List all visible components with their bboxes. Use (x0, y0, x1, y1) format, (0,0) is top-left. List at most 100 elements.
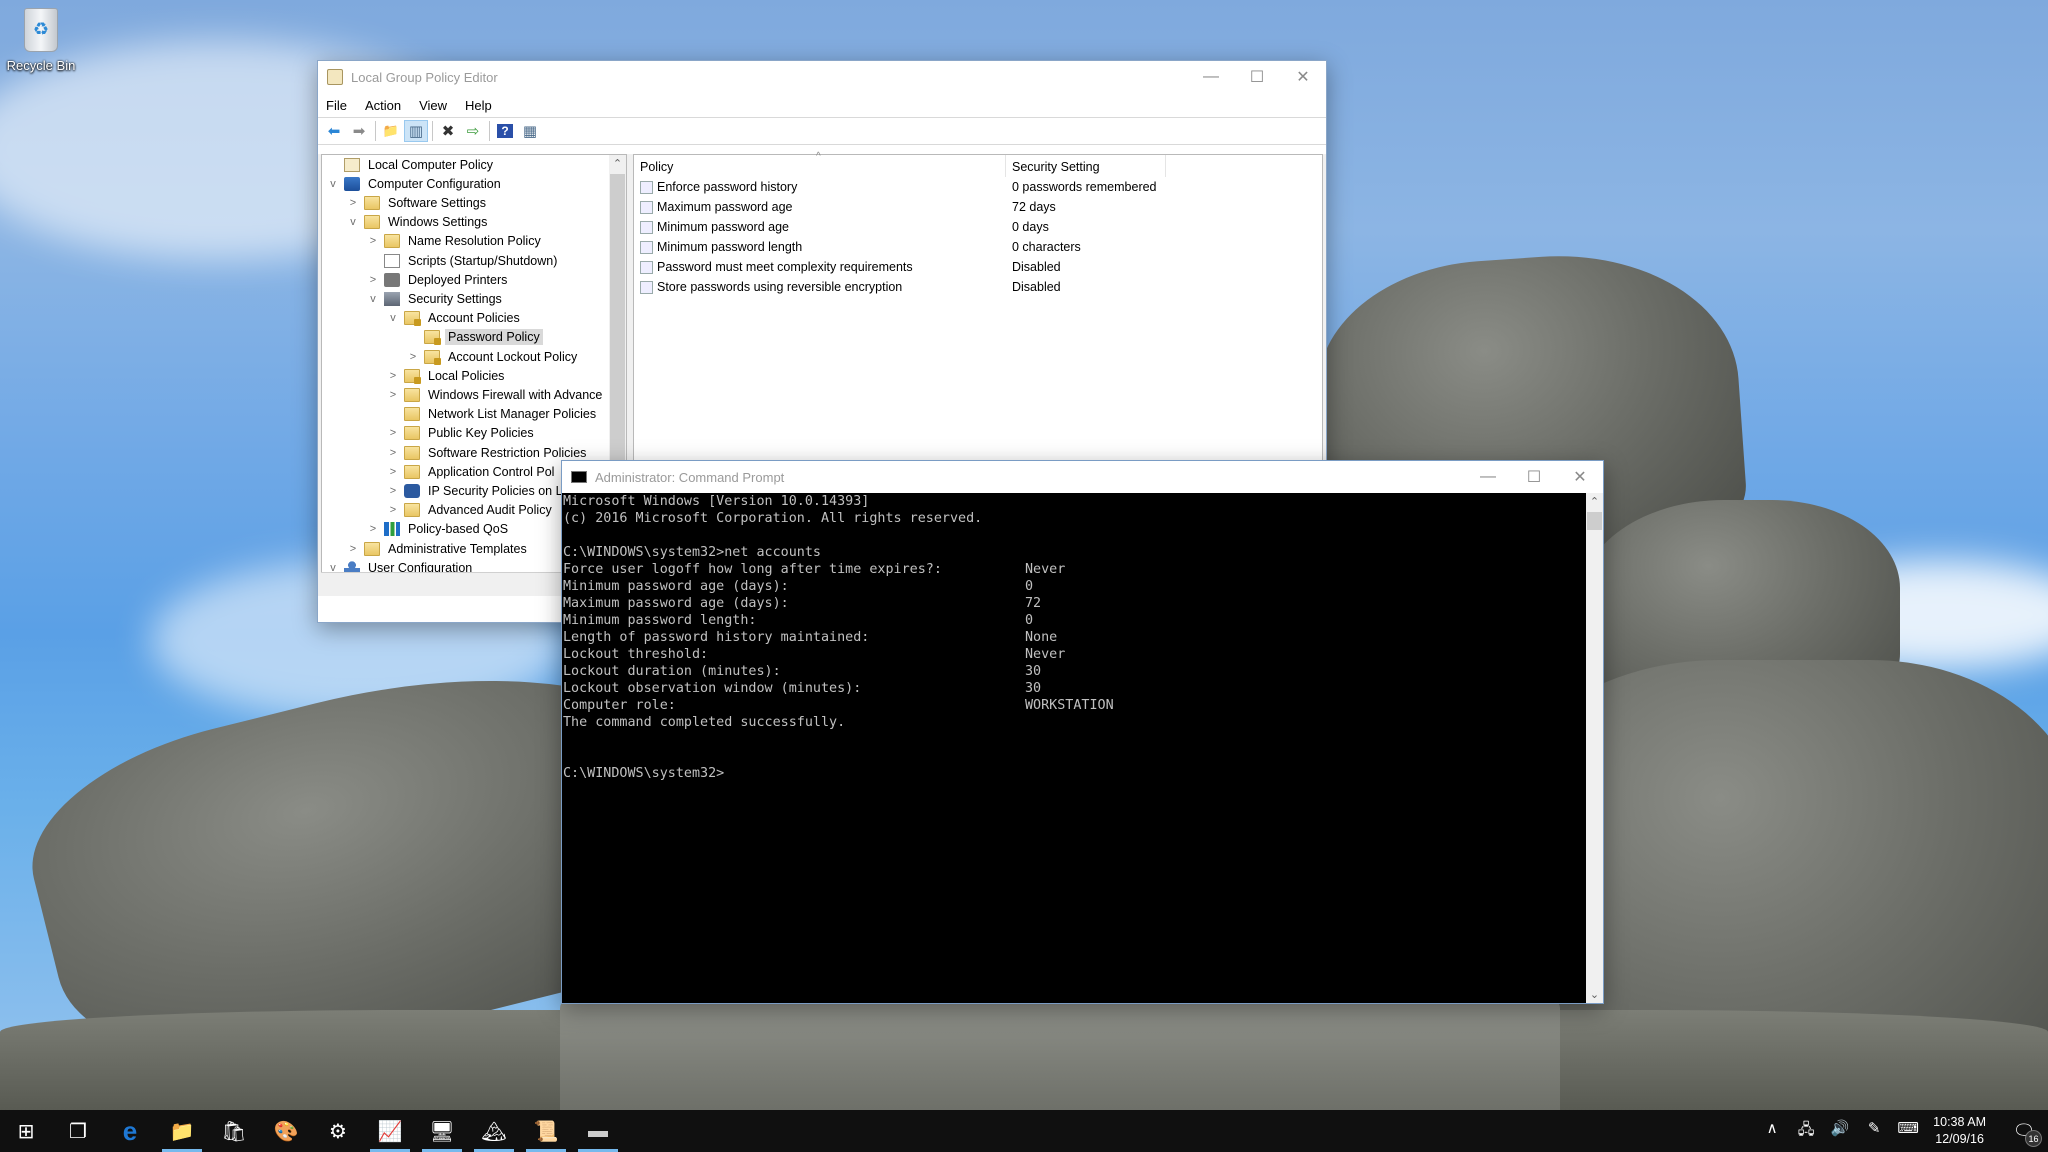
touch-keyboard-button[interactable]: ⌨ (1891, 1119, 1925, 1144)
photos-button[interactable]: 🏔 (468, 1110, 520, 1152)
delete-button[interactable]: ✖ (436, 120, 460, 142)
chevron-right-icon[interactable]: > (406, 351, 420, 363)
help-button[interactable]: ? (493, 120, 517, 142)
tree-node[interactable]: > Software Settings (346, 193, 489, 212)
chevron-right-icon[interactable]: > (386, 504, 400, 516)
show-hidden-icons-button[interactable]: ∧ (1755, 1119, 1789, 1144)
chevron-right-icon[interactable]: > (366, 274, 380, 286)
menu-view[interactable]: View (419, 96, 447, 115)
console-line: (c) 2016 Microsoft Corporation. All righ… (563, 510, 1586, 527)
tree-node[interactable]: Password Policy (406, 328, 543, 347)
menu-action[interactable]: Action (365, 96, 401, 115)
list-row[interactable]: Password must meet complexity requiremen… (634, 257, 1322, 277)
minimize-button[interactable]: — (1465, 462, 1511, 492)
file-explorer-button[interactable]: 📁 (156, 1110, 208, 1152)
tree-node[interactable]: > Windows Firewall with Advance (386, 385, 605, 404)
console-output[interactable]: Microsoft Windows [Version 10.0.14393] (c… (562, 493, 1586, 1003)
chevron-right-icon[interactable]: > (346, 543, 360, 555)
chevron-right-icon[interactable]: > (386, 389, 400, 401)
chevron-right-icon[interactable]: > (386, 370, 400, 382)
maximize-button[interactable]: ☐ (1511, 462, 1557, 492)
tree-node[interactable]: v Security Settings (366, 289, 505, 308)
clock[interactable]: 10:38 AM 12/09/16 (1933, 1114, 1986, 1148)
tree-node[interactable]: > Public Key Policies (386, 424, 537, 443)
tree-node[interactable]: v Account Policies (386, 309, 523, 328)
menu-help[interactable]: Help (465, 96, 492, 115)
command-prompt-window: Administrator: Command Prompt — ☐ ✕ Micr… (561, 460, 1604, 1004)
column-header-policy[interactable]: Policy ^ (634, 151, 1006, 177)
list-row[interactable]: Minimum password age 0 days (634, 217, 1322, 237)
network-icon: 🖧 (1797, 1120, 1815, 1138)
console-text: The command completed successfully. (563, 715, 846, 730)
paint-button[interactable]: 🎨 (260, 1110, 312, 1152)
chevron-down-icon[interactable]: v (326, 178, 340, 190)
start-button[interactable]: ⊞ (0, 1110, 52, 1152)
performance-monitor-button[interactable]: 📈 (364, 1110, 416, 1152)
export-list-button[interactable]: ⇨ (461, 120, 485, 142)
forward-button[interactable]: ➡ (347, 120, 371, 142)
control-panel-button[interactable]: 🖥 (416, 1110, 468, 1152)
chevron-down-icon[interactable]: v (366, 293, 380, 305)
close-button[interactable]: ✕ (1280, 62, 1326, 92)
store-button[interactable]: 🛍 (208, 1110, 260, 1152)
tree-node[interactable]: v Windows Settings (346, 213, 490, 232)
tree-node[interactable]: > Software Restriction Policies (386, 443, 589, 462)
command-prompt-icon: ▬ (588, 1119, 608, 1142)
network-button[interactable]: 🖧 (1789, 1119, 1823, 1144)
pen-workspace-button[interactable]: ✎ (1857, 1119, 1891, 1144)
tree-node[interactable]: > Account Lockout Policy (406, 347, 580, 366)
scroll-up-icon[interactable]: ⌃ (609, 157, 626, 170)
printer-icon (384, 272, 400, 287)
scroll-down-icon[interactable]: ⌄ (1586, 988, 1603, 1001)
tree-node[interactable]: > IP Security Policies on L (386, 481, 566, 500)
action-center-button[interactable]: 🗨 16 (2000, 1110, 2048, 1152)
back-button[interactable]: ⬅ (322, 120, 346, 142)
tree-node[interactable]: > Application Control Pol (386, 462, 557, 481)
chevron-right-icon[interactable]: > (366, 235, 380, 247)
desktop-icon-recycle-bin[interactable]: Recycle Bin (6, 8, 76, 73)
folder-icon (364, 215, 380, 230)
list-row[interactable]: Enforce password history 0 passwords reme… (634, 177, 1322, 197)
tree-node[interactable]: Network List Manager Policies (386, 405, 599, 424)
tree-node[interactable]: Local Computer Policy (326, 155, 496, 174)
chevron-right-icon[interactable]: > (346, 197, 360, 209)
up-one-level-button[interactable]: 📁 (379, 120, 403, 142)
settings-button[interactable]: ⚙ (312, 1110, 364, 1152)
edge-button[interactable]: e (104, 1110, 156, 1152)
tree-node[interactable]: v Computer Configuration (326, 174, 504, 193)
list-row[interactable]: Minimum password length 0 characters (634, 237, 1322, 257)
policy-setting-icon (640, 240, 653, 254)
scrollbar-thumb[interactable] (1587, 512, 1602, 530)
tree-node[interactable]: > Administrative Templates (346, 539, 530, 558)
chevron-right-icon[interactable]: > (386, 485, 400, 497)
tree-node[interactable]: > Local Policies (386, 366, 507, 385)
title-bar[interactable]: Local Group Policy Editor — ☐ ✕ (318, 61, 1326, 93)
task-view-button[interactable]: ❐ (52, 1110, 104, 1152)
tree-node[interactable]: > Advanced Audit Policy (386, 501, 555, 520)
console-vertical-scrollbar[interactable]: ⌃ ⌄ (1586, 493, 1603, 1003)
maximize-button[interactable]: ☐ (1234, 62, 1280, 92)
list-row[interactable]: Store passwords using reversible encrypt… (634, 277, 1322, 297)
chevron-down-icon[interactable]: v (346, 216, 360, 228)
tree-node[interactable]: > Policy-based QoS (366, 520, 511, 539)
group-policy-editor-button[interactable]: 📜 (520, 1110, 572, 1152)
close-button[interactable]: ✕ (1557, 462, 1603, 492)
chevron-right-icon[interactable]: > (386, 447, 400, 459)
tree-node[interactable]: > Name Resolution Policy (366, 232, 544, 251)
tree-node[interactable]: Scripts (Startup/Shutdown) (366, 251, 560, 270)
tree-node[interactable]: > Deployed Printers (366, 270, 510, 289)
menu-file[interactable]: File (326, 96, 347, 115)
chevron-right-icon[interactable]: > (366, 523, 380, 535)
chevron-right-icon[interactable]: > (386, 466, 400, 478)
chevron-right-icon[interactable]: > (386, 427, 400, 439)
scroll-up-icon[interactable]: ⌃ (1586, 495, 1603, 508)
list-row[interactable]: Maximum password age 72 days (634, 197, 1322, 217)
command-prompt-button[interactable]: ▬ (572, 1110, 624, 1152)
minimize-button[interactable]: — (1188, 62, 1234, 92)
show-hide-console-tree-button[interactable]: ▥ (404, 120, 428, 142)
show-hide-action-pane-button[interactable]: ▦ (518, 120, 542, 142)
column-header-security-setting[interactable]: Security Setting (1006, 155, 1166, 177)
title-bar[interactable]: Administrator: Command Prompt — ☐ ✕ (562, 461, 1603, 493)
chevron-down-icon[interactable]: v (386, 312, 400, 324)
volume-button[interactable]: 🔊 (1823, 1119, 1857, 1144)
